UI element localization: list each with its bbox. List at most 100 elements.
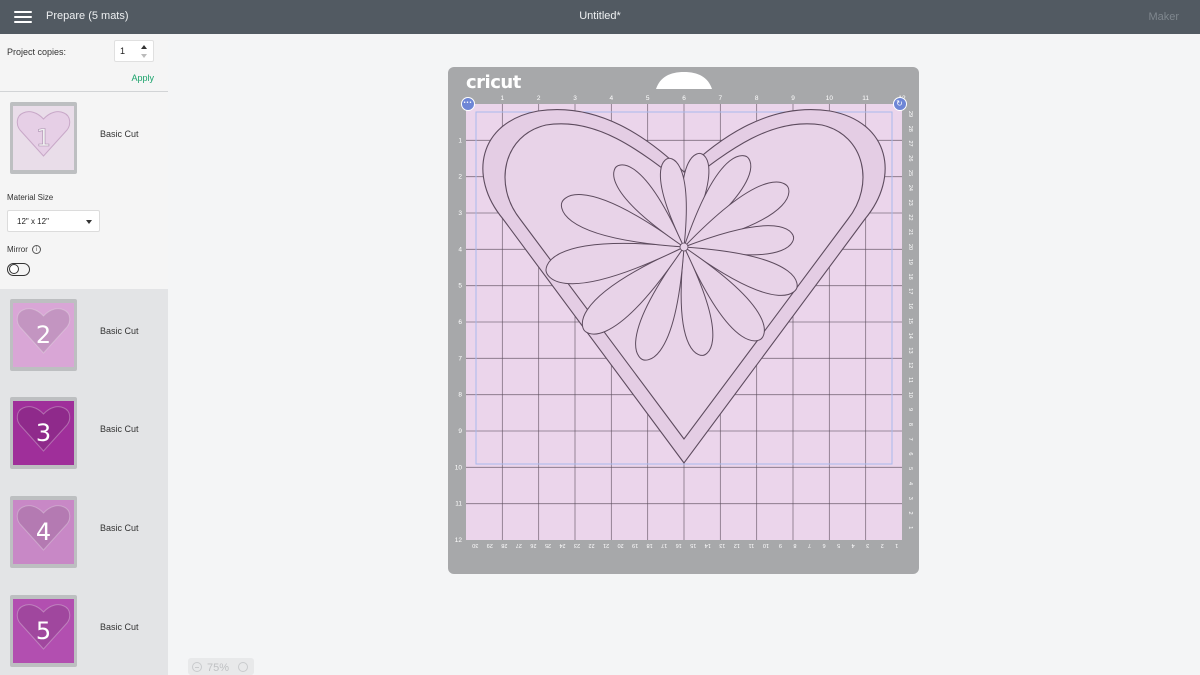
ruler-label: 7 <box>719 95 723 102</box>
machine-label[interactable]: Maker <box>1148 11 1179 23</box>
cricut-logo: cricut <box>466 72 521 93</box>
zoom-in-icon[interactable] <box>238 662 248 672</box>
ruler-label: 3 <box>573 95 577 102</box>
project-copies-value[interactable]: 1 <box>120 46 125 56</box>
mat-number: 4 <box>35 518 52 546</box>
ruler-label: 17 <box>907 288 913 294</box>
ruler-label: 9 <box>791 95 795 102</box>
ruler-label: 13 <box>719 542 725 548</box>
apply-button[interactable]: Apply <box>131 73 154 83</box>
zoom-control: 75% <box>188 658 254 675</box>
ruler-label: 24 <box>559 542 565 548</box>
mat-label: Basic Cut <box>100 129 139 139</box>
ruler-label: 1 <box>458 137 462 144</box>
ruler-label: 22 <box>907 214 913 220</box>
ruler-label: 9 <box>458 428 462 435</box>
project-copies-label: Project copies: <box>7 47 67 57</box>
chevron-down-icon <box>86 220 92 224</box>
ruler-label: 5 <box>458 283 462 290</box>
mat-number: 1 <box>35 124 52 153</box>
ruler-label: 4 <box>907 482 913 485</box>
mat-preview: 4 <box>13 500 74 564</box>
ruler-label: 6 <box>682 95 686 102</box>
mat-thumbnail[interactable]: 3 <box>10 397 77 469</box>
decrement-icon[interactable] <box>141 54 147 58</box>
mat-canvas[interactable]: 1234567891011121234567891011123029282726… <box>448 67 919 574</box>
ruler-label: 18 <box>647 542 653 548</box>
ruler-label: 5 <box>646 95 650 102</box>
ruler-label: 23 <box>574 542 580 548</box>
ruler-label: 25 <box>545 542 551 548</box>
ruler-label: 12 <box>455 537 463 544</box>
mat-item-3[interactable]: 3 Basic Cut <box>0 387 168 482</box>
ruler-label: 6 <box>823 542 826 548</box>
mirror-label: Mirror <box>7 245 28 254</box>
mat-thumbnail[interactable]: 1 <box>10 102 77 174</box>
ruler-label: 11 <box>907 377 913 383</box>
ruler-label: 20 <box>907 244 913 250</box>
mat-label: Basic Cut <box>100 622 139 632</box>
ruler-label: 26 <box>907 155 913 161</box>
mat-number: 3 <box>35 419 52 447</box>
info-icon[interactable]: i <box>32 245 41 254</box>
ruler-label: 2 <box>537 95 541 102</box>
ruler-label: 21 <box>603 542 609 548</box>
toggle-knob <box>9 264 19 274</box>
ruler-label: 3 <box>458 210 462 217</box>
ruler-label: 30 <box>472 542 478 548</box>
ruler-label: 18 <box>907 274 913 280</box>
mat-preview: 1 <box>13 106 74 170</box>
mat-item-2[interactable]: 2 Basic Cut <box>0 289 168 384</box>
mat-number: 2 <box>35 321 52 349</box>
ruler-label: 21 <box>907 229 913 235</box>
ruler-label: 2 <box>907 512 913 515</box>
project-copies-input[interactable]: 1 <box>114 40 154 62</box>
mat-label: Basic Cut <box>100 424 139 434</box>
ruler-label: 1 <box>501 95 505 102</box>
ruler-label: 11 <box>749 542 755 548</box>
mat-item-4[interactable]: 4 Basic Cut <box>0 486 168 581</box>
document-title: Untitled* <box>579 10 621 22</box>
mat-thumbnail[interactable]: 2 <box>10 299 77 371</box>
ruler-label: 16 <box>676 542 682 548</box>
cutting-mat: 1234567891011121234567891011123029282726… <box>448 67 919 574</box>
ruler-label: 8 <box>907 423 913 426</box>
hamburger-icon[interactable] <box>14 11 32 24</box>
ruler-label: 1 <box>907 526 913 529</box>
flower-center <box>679 242 689 252</box>
ruler-label: 27 <box>907 140 913 146</box>
mat-preview: 5 <box>13 599 74 663</box>
ruler-label: 11 <box>862 95 869 102</box>
ruler-label: 10 <box>907 392 913 398</box>
mat-item-1[interactable]: 1 Basic Cut <box>0 92 168 187</box>
ruler-label: 4 <box>610 95 614 102</box>
mirror-toggle[interactable] <box>7 263 30 276</box>
mat-item-5[interactable]: 5 Basic Cut <box>0 585 168 675</box>
ruler-label: 2 <box>458 174 462 181</box>
top-bar: Prepare (5 mats) Untitled* Maker <box>0 0 1200 34</box>
ruler-label: 6 <box>907 452 913 455</box>
mat-menu-icon[interactable] <box>461 97 475 111</box>
zoom-level: 75% <box>207 662 230 674</box>
material-size-select[interactable]: 12" x 12" <box>7 210 100 232</box>
mat-thumbnail[interactable]: 4 <box>10 496 77 568</box>
zoom-out-icon[interactable] <box>192 662 202 672</box>
ruler-label: 13 <box>907 347 913 353</box>
ruler-label: 29 <box>907 111 913 117</box>
mats-sidebar: Project copies: 1 Apply 1 Basic Cut 2 Basic… <box>0 34 168 675</box>
ruler-label: 3 <box>907 497 913 500</box>
ruler-label: 23 <box>907 200 913 206</box>
ruler-label: 12 <box>734 542 740 548</box>
ruler-label: 7 <box>808 542 811 548</box>
ruler-label: 20 <box>618 542 624 548</box>
ruler-label: 8 <box>755 95 759 102</box>
project-copies-panel: Project copies: 1 Apply <box>0 34 168 92</box>
rotate-icon[interactable] <box>893 97 907 111</box>
mat-tab <box>656 72 712 89</box>
mat-settings: Material Size 12" x 12" Mirror i <box>0 184 168 289</box>
ruler-label: 14 <box>705 542 711 548</box>
increment-icon[interactable] <box>141 45 147 49</box>
ruler-label: 5 <box>837 542 840 548</box>
mat-thumbnail[interactable]: 5 <box>10 595 77 667</box>
mat-preview: 2 <box>13 303 74 367</box>
